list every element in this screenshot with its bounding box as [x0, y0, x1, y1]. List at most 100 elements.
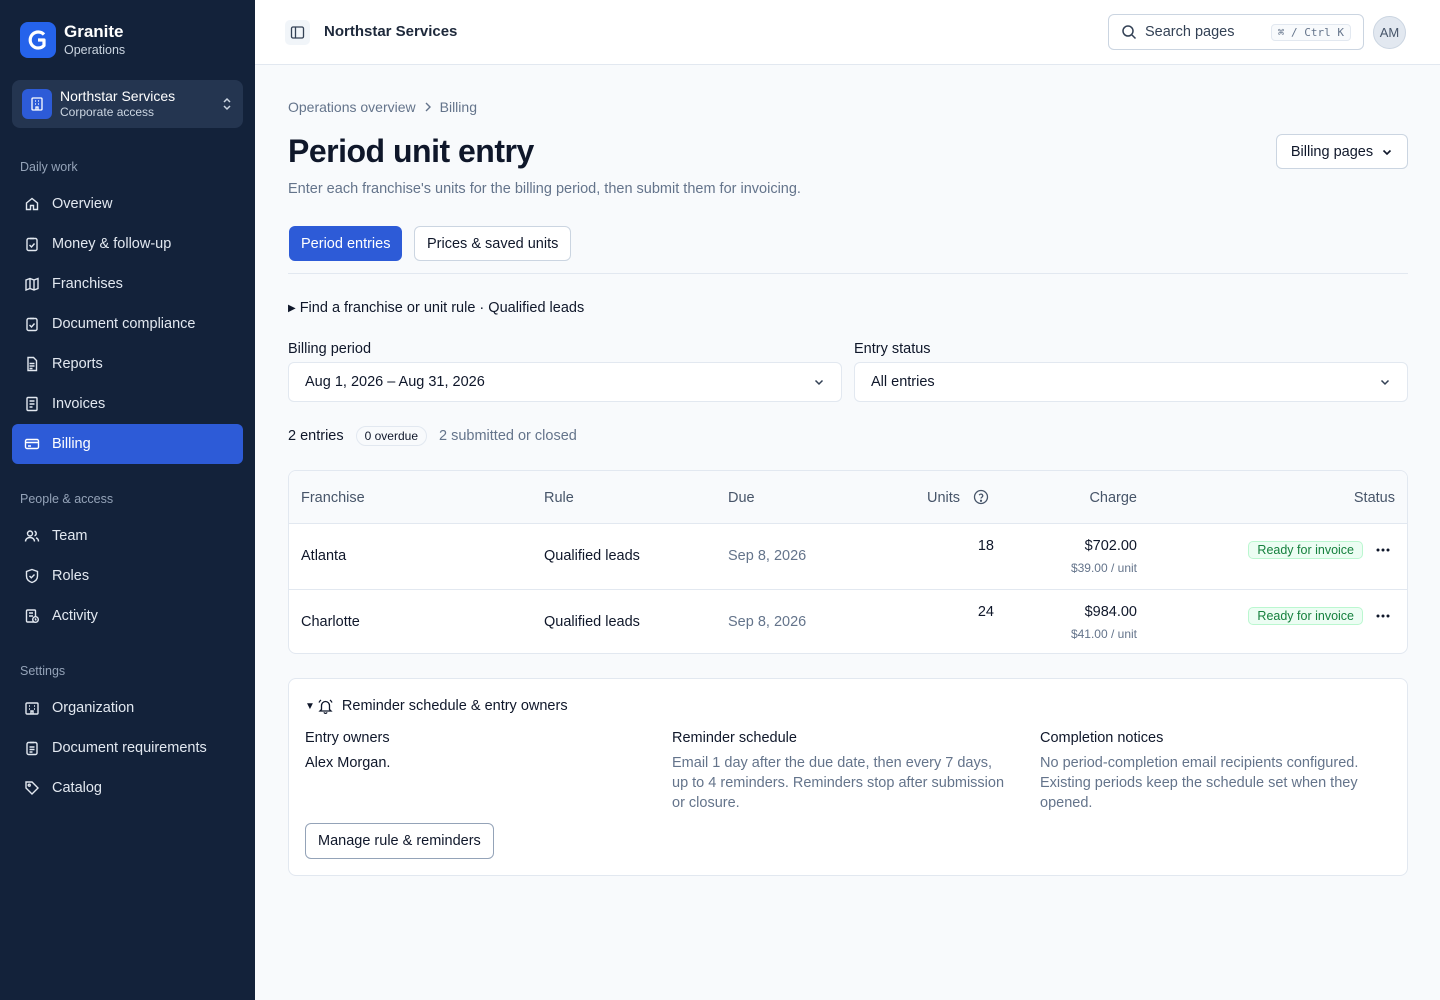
completion-notices-text: No period-completion email recipients co… — [1040, 755, 1359, 811]
more-horizontal-icon[interactable] — [1371, 606, 1395, 626]
tab-prices-saved-units[interactable]: Prices & saved units — [414, 226, 572, 261]
finder-disclosure[interactable]: ▶ Find a franchise or unit rule · Qualif… — [288, 300, 584, 316]
granite-logo-icon — [20, 22, 56, 58]
billing-period-label: Billing period — [288, 341, 372, 357]
help-circle-icon[interactable] — [973, 489, 989, 505]
column-header-charge[interactable]: Charge — [1089, 490, 1137, 506]
entry-status-select[interactable]: All entries — [854, 362, 1408, 402]
column-header-status: Status — [1353, 490, 1395, 506]
credit-card-icon — [24, 436, 40, 452]
receipt-icon — [24, 396, 40, 412]
finder-label: Find a franchise or unit rule · Qualifie… — [299, 300, 585, 316]
search-icon — [1121, 24, 1137, 40]
column-header-rule[interactable]: Rule — [544, 490, 574, 506]
status-badge: Ready for invoice — [1248, 541, 1363, 559]
brand-subtitle: Operations — [64, 43, 126, 57]
sidebar-item-label: Franchises — [52, 276, 123, 292]
brand-name: Granite — [64, 22, 124, 41]
sidebar-item-franchises[interactable]: Franchises — [12, 264, 243, 304]
reminder-card: ▼ Reminder schedule & entry owners Entry… — [288, 678, 1408, 876]
billing-pages-label: Billing pages — [1290, 143, 1374, 160]
sidebar-toggle-button[interactable] — [285, 20, 310, 45]
sidebar-item-label: Invoices — [52, 396, 106, 412]
sidebar-item-catalog[interactable]: Catalog — [12, 768, 243, 808]
search-placeholder: Search pages — [1145, 24, 1235, 40]
building-icon — [22, 89, 52, 119]
history-icon — [24, 608, 40, 624]
cell-unit-price: $39.00 / unit — [1070, 561, 1137, 575]
column-header-franchise[interactable]: Franchise — [301, 490, 365, 506]
entries-table: Franchise Rule Due Units Charge Status A… — [288, 470, 1408, 654]
tabs-divider — [288, 273, 1408, 274]
sidebar-item-document-compliance[interactable]: Document compliance — [12, 304, 243, 344]
sidebar-item-label: Organization — [52, 700, 135, 716]
sidebar-item-label: Money & follow-up — [52, 236, 172, 252]
building-icon — [24, 700, 40, 716]
panel-left-icon — [290, 25, 305, 40]
bell-icon — [317, 698, 342, 714]
billing-pages-menu-button[interactable]: Billing pages — [1276, 134, 1408, 169]
more-horizontal-icon[interactable] — [1371, 540, 1395, 560]
sidebar-item-label: Billing — [52, 436, 91, 452]
sidebar-item-billing[interactable]: Billing — [12, 424, 243, 464]
table-row[interactable]: Atlanta Qualified leads Sep 8, 2026 18 $… — [289, 524, 1407, 589]
sidebar-item-document-requirements[interactable]: Document requirements — [12, 728, 243, 768]
shield-check-icon — [24, 568, 40, 584]
sidebar-item-label: Overview — [52, 196, 113, 212]
table-header: Franchise Rule Due Units Charge Status — [289, 471, 1407, 524]
page-title: Period unit entry — [288, 133, 534, 169]
breadcrumb-link-operations-overview[interactable]: Operations overview — [288, 99, 416, 115]
triangle-down-icon: ▼ — [305, 700, 315, 712]
reminder-schedule-text: Email 1 day after the due date, then eve… — [672, 755, 1005, 811]
sidebar-item-activity[interactable]: Activity — [12, 596, 243, 636]
sidebar-item-money-follow-up[interactable]: Money & follow-up — [12, 224, 243, 264]
org-switcher[interactable]: Northstar Services Corporate access — [12, 80, 243, 128]
cell-franchise: Charlotte — [301, 614, 360, 630]
sidebar-item-roles[interactable]: Roles — [12, 556, 243, 596]
sidebar-item-label: Document requirements — [52, 740, 207, 756]
clipboard-check-icon — [24, 316, 40, 332]
sidebar-item-label: Document compliance — [52, 316, 196, 332]
cell-units: 18 — [977, 538, 994, 554]
sidebar-item-organization[interactable]: Organization — [12, 688, 243, 728]
sidebar-item-label: Catalog — [52, 780, 102, 796]
entries-summary: 2 entries 0 overdue 2 submitted or close… — [288, 426, 577, 446]
manage-rule-reminders-button[interactable]: Manage rule & reminders — [305, 823, 494, 859]
table-row[interactable]: Charlotte Qualified leads Sep 8, 2026 24… — [289, 589, 1407, 653]
sidebar-item-label: Activity — [52, 608, 98, 624]
breadcrumb: Operations overview Billing — [288, 99, 477, 115]
workspace-title: Northstar Services — [324, 23, 458, 40]
cell-charge: $984.00 — [1084, 604, 1137, 620]
cell-unit-price: $41.00 / unit — [1070, 627, 1137, 641]
status-badge: Ready for invoice — [1248, 607, 1363, 625]
cell-units: 24 — [977, 604, 994, 620]
brand[interactable]: Granite Operations — [20, 22, 125, 58]
sidebar-item-invoices[interactable]: Invoices — [12, 384, 243, 424]
chevrons-up-down-icon — [221, 96, 233, 112]
search-input[interactable]: Search pages ⌘ / Ctrl K — [1108, 14, 1364, 50]
chevron-down-icon — [1373, 146, 1393, 158]
sidebar-item-team[interactable]: Team — [12, 516, 243, 556]
sidebar-item-label: Team — [52, 528, 88, 544]
nav-section-daily-work: Daily work — [20, 160, 78, 174]
column-header-units[interactable]: Units — [927, 490, 960, 506]
nav-section-people-access: People & access — [20, 492, 114, 506]
home-icon — [24, 196, 40, 212]
org-subtitle: Corporate access — [60, 105, 155, 119]
cell-rule: Qualified leads — [544, 614, 640, 630]
tab-period-entries[interactable]: Period entries — [289, 226, 403, 261]
reminder-disclosure[interactable]: ▼ Reminder schedule & entry owners — [305, 698, 568, 714]
avatar[interactable]: AM — [1373, 16, 1406, 49]
sidebar-item-label: Roles — [52, 568, 90, 584]
billing-period-select[interactable]: Aug 1, 2026 – Aug 31, 2026 — [288, 362, 842, 402]
entry-status-label: Entry status — [854, 341, 931, 357]
clipboard-list-icon — [24, 740, 40, 756]
column-header-due[interactable]: Due — [728, 490, 755, 506]
reminder-schedule-title: Reminder schedule — [672, 730, 797, 746]
sidebar-item-overview[interactable]: Overview — [12, 184, 243, 224]
page-description: Enter each franchise's units for the bil… — [288, 181, 801, 197]
sidebar-item-reports[interactable]: Reports — [12, 344, 243, 384]
reminder-title: Reminder schedule & entry owners — [341, 698, 568, 714]
clipboard-check-icon — [24, 236, 40, 252]
map-icon — [24, 276, 40, 292]
